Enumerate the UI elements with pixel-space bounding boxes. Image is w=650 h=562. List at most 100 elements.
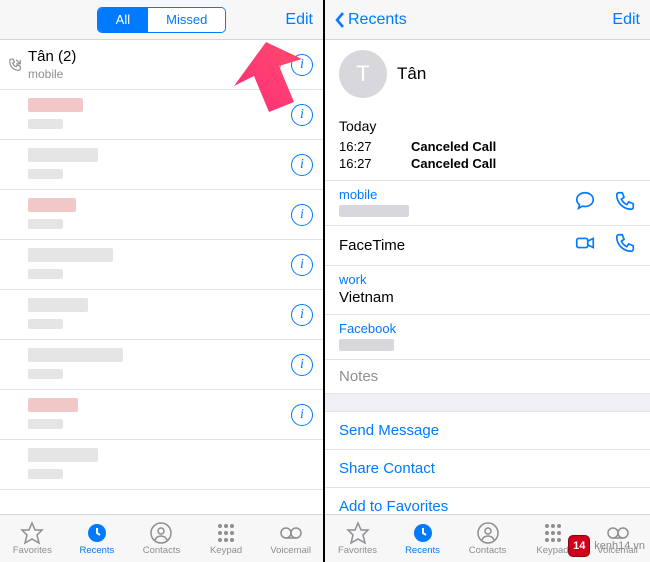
log-row: 16:27 Canceled Call bbox=[339, 155, 636, 172]
info-button[interactable]: i bbox=[291, 54, 313, 76]
call-time: 16:27 bbox=[251, 57, 284, 72]
edit-button[interactable]: Edit bbox=[612, 11, 640, 29]
share-contact-button[interactable]: Share Contact bbox=[325, 449, 650, 487]
call-subtype: mobile bbox=[28, 67, 251, 81]
facetime-label: FaceTime bbox=[339, 235, 574, 254]
voicemail-icon bbox=[279, 522, 303, 544]
call-body: Tân (2) mobile bbox=[24, 48, 251, 81]
video-icon[interactable] bbox=[574, 232, 596, 257]
work-label: work bbox=[339, 272, 636, 287]
back-label: Recents bbox=[348, 11, 407, 29]
call-row-blurred[interactable]: i bbox=[0, 240, 323, 290]
send-message-button[interactable]: Send Message bbox=[325, 411, 650, 449]
mobile-label: mobile bbox=[339, 187, 574, 202]
clock-icon bbox=[85, 522, 109, 544]
phone-icon[interactable] bbox=[614, 190, 636, 215]
notes-label: Notes bbox=[339, 366, 636, 385]
tab-keypad[interactable]: Keypad bbox=[520, 515, 585, 562]
spacer bbox=[325, 393, 650, 411]
call-row-blurred[interactable]: i bbox=[0, 140, 323, 190]
tab-label: Keypad bbox=[210, 545, 242, 556]
tab-bar: Favorites Recents Contacts Keypad Voicem… bbox=[0, 514, 323, 562]
today-label: Today bbox=[339, 118, 636, 134]
tab-voicemail[interactable]: Voicemail bbox=[258, 515, 323, 562]
log-time: 16:27 bbox=[339, 139, 383, 154]
log-desc: Canceled Call bbox=[411, 139, 496, 154]
log-desc: Canceled Call bbox=[411, 156, 496, 171]
tab-label: Voicemail bbox=[270, 545, 311, 556]
tab-recents[interactable]: Recents bbox=[390, 515, 455, 562]
navbar-right: Recents Edit bbox=[325, 0, 650, 40]
caller-name: Tân (2) bbox=[28, 48, 251, 65]
call-row-blurred[interactable]: i bbox=[0, 90, 323, 140]
contact-icon bbox=[149, 522, 173, 544]
tab-label: Voicemail bbox=[597, 545, 638, 556]
star-icon bbox=[346, 522, 370, 544]
segment-all[interactable]: All bbox=[98, 8, 148, 32]
tab-keypad[interactable]: Keypad bbox=[194, 515, 259, 562]
tab-contacts[interactable]: Contacts bbox=[129, 515, 194, 562]
recents-list: Tân (2) mobile 16:27 i i i i i bbox=[0, 40, 323, 514]
notes-section[interactable]: Notes bbox=[325, 359, 650, 393]
tab-label: Contacts bbox=[469, 545, 507, 556]
chevron-left-icon bbox=[335, 12, 345, 28]
tab-label: Favorites bbox=[13, 545, 52, 556]
tab-label: Favorites bbox=[338, 545, 377, 556]
info-button[interactable]: i bbox=[291, 254, 313, 276]
call-row-blurred[interactable]: i bbox=[0, 390, 323, 440]
voicemail-icon bbox=[606, 522, 630, 544]
work-section[interactable]: work Vietnam bbox=[325, 265, 650, 314]
back-button[interactable]: Recents bbox=[335, 11, 407, 29]
tab-favorites[interactable]: Favorites bbox=[0, 515, 65, 562]
log-time: 16:27 bbox=[339, 156, 383, 171]
navbar-left: All Missed Edit bbox=[0, 0, 323, 40]
outgoing-call-icon bbox=[6, 58, 24, 72]
info-button[interactable]: i bbox=[291, 354, 313, 376]
contact-detail-pane: Recents Edit T Tân Today 16:27 Canceled … bbox=[325, 0, 650, 562]
keypad-icon bbox=[541, 522, 565, 544]
call-row-blurred[interactable]: i bbox=[0, 190, 323, 240]
info-button[interactable]: i bbox=[291, 204, 313, 226]
call-row-blurred[interactable] bbox=[0, 440, 323, 490]
call-row-blurred[interactable]: i bbox=[0, 290, 323, 340]
message-icon[interactable] bbox=[574, 190, 596, 215]
facebook-label: Facebook bbox=[339, 321, 636, 336]
segmented-control: All Missed bbox=[97, 7, 227, 33]
keypad-icon bbox=[214, 522, 238, 544]
contact-icon bbox=[476, 522, 500, 544]
tab-bar: Favorites Recents Contacts Keypad Voicem… bbox=[325, 514, 650, 562]
facebook-value-redacted bbox=[339, 339, 394, 351]
tab-voicemail[interactable]: Voicemail bbox=[585, 515, 650, 562]
recents-pane: All Missed Edit Tân (2) mobile 16:27 i i bbox=[0, 0, 325, 562]
call-row[interactable]: Tân (2) mobile 16:27 i bbox=[0, 40, 323, 90]
tab-contacts[interactable]: Contacts bbox=[455, 515, 520, 562]
tab-label: Contacts bbox=[143, 545, 181, 556]
log-row: 16:27 Canceled Call bbox=[339, 138, 636, 155]
clock-icon bbox=[411, 522, 435, 544]
avatar: T bbox=[339, 50, 387, 98]
work-value: Vietnam bbox=[339, 287, 636, 306]
contact-name: Tân bbox=[397, 64, 426, 84]
phone-number-redacted bbox=[339, 205, 409, 217]
tab-label: Recents bbox=[79, 545, 114, 556]
tab-favorites[interactable]: Favorites bbox=[325, 515, 390, 562]
tab-recents[interactable]: Recents bbox=[65, 515, 130, 562]
segment-missed[interactable]: Missed bbox=[148, 8, 225, 32]
contact-header: T Tân bbox=[325, 40, 650, 112]
phone-icon[interactable] bbox=[614, 232, 636, 257]
tab-label: Keypad bbox=[536, 545, 568, 556]
star-icon bbox=[20, 522, 44, 544]
add-favorites-button[interactable]: Add to Favorites bbox=[325, 487, 650, 514]
mobile-section[interactable]: mobile bbox=[325, 180, 650, 225]
tab-label: Recents bbox=[405, 545, 440, 556]
edit-button[interactable]: Edit bbox=[285, 11, 313, 29]
detail-scroll: T Tân Today 16:27 Canceled Call 16:27 Ca… bbox=[325, 40, 650, 514]
info-button[interactable]: i bbox=[291, 154, 313, 176]
info-button[interactable]: i bbox=[291, 404, 313, 426]
facebook-section[interactable]: Facebook bbox=[325, 314, 650, 359]
call-row-blurred[interactable]: i bbox=[0, 340, 323, 390]
info-button[interactable]: i bbox=[291, 104, 313, 126]
facetime-section[interactable]: FaceTime bbox=[325, 225, 650, 265]
info-button[interactable]: i bbox=[291, 304, 313, 326]
call-log-section: Today 16:27 Canceled Call 16:27 Canceled… bbox=[325, 112, 650, 180]
